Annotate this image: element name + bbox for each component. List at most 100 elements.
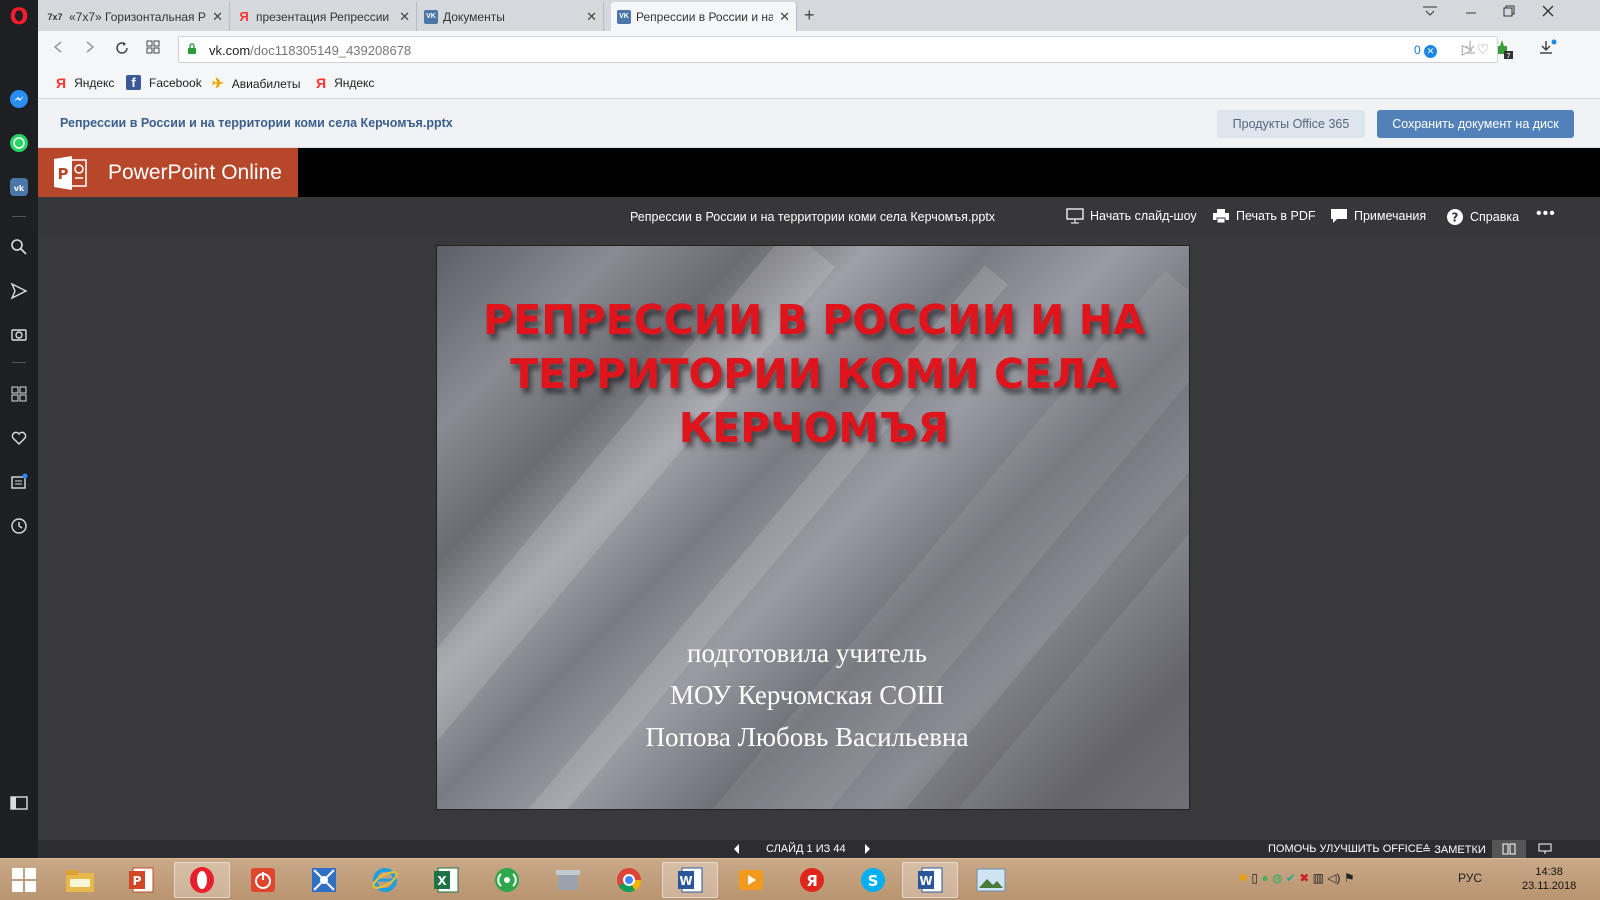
download-page-icon[interactable]: [1462, 39, 1478, 59]
vk-icon[interactable]: vk: [8, 176, 30, 198]
chrome-app-icon[interactable]: [601, 862, 657, 898]
globe-tray-icon[interactable]: ◍: [1272, 871, 1282, 885]
battery-tray-icon[interactable]: ▯: [1251, 871, 1258, 885]
tab-presentation[interactable]: VK Репрессии в России и на ✕: [611, 2, 797, 31]
history-icon[interactable]: [8, 515, 30, 537]
reading-view-icon[interactable]: [1492, 840, 1526, 858]
photo-viewer-icon[interactable]: [963, 862, 1019, 898]
archive-app-icon[interactable]: [540, 862, 596, 898]
adblock-badge[interactable]: 0 ✕: [1414, 43, 1437, 58]
vk-favicon-icon: VK: [424, 9, 438, 24]
tab-7x7[interactable]: 7x7 «7x7» Горизонтальная Ро ✕: [40, 2, 230, 31]
language-indicator[interactable]: РУС: [1458, 871, 1482, 885]
system-clock[interactable]: 14:38 23.11.2018: [1522, 865, 1576, 893]
minimize-icon[interactable]: [1464, 4, 1478, 21]
close-tab-icon[interactable]: ✕: [586, 9, 597, 25]
more-options-button[interactable]: •••: [1536, 205, 1556, 223]
file-explorer-icon[interactable]: [52, 862, 108, 898]
viewer-toolbar: Репрессии в России и на территории коми …: [38, 197, 1600, 237]
tab-yandex-search[interactable]: Я презентация Репрессии ✕: [231, 2, 417, 31]
excel-app-icon[interactable]: X: [418, 862, 474, 898]
powerpoint-brand[interactable]: P PowerPoint Online: [38, 148, 298, 197]
opera-menu-icon[interactable]: O: [8, 6, 30, 30]
reload-icon[interactable]: [114, 40, 130, 61]
viewer-status-bar: СЛАЙД 1 ИЗ 44 ПОМОЧЬ УЛУЧШИТЬ OFFICE ≙ З…: [38, 840, 1600, 858]
bookmarks-bar: Я Яндекс f Facebook ✈ Авиабилеты Я Яндек…: [38, 68, 1600, 99]
slide-subtitle-line: Попова Любовь Васильевна: [645, 722, 969, 752]
opera-app-icon[interactable]: [174, 862, 230, 898]
flag-tray-icon[interactable]: ⚑: [1344, 871, 1355, 885]
help-label: Справка: [1470, 210, 1520, 224]
notes-icon: ≙: [1422, 844, 1432, 856]
close-tab-icon[interactable]: ✕: [399, 9, 410, 25]
start-button[interactable]: [0, 862, 48, 898]
messenger-icon[interactable]: [8, 88, 30, 110]
bookmark-facebook[interactable]: f Facebook: [126, 75, 202, 90]
forward-icon[interactable]: [84, 40, 96, 59]
word-app-icon[interactable]: W: [662, 862, 718, 898]
slideshow-label: Начать слайд-шоу: [1090, 209, 1197, 223]
power-app-icon[interactable]: [235, 862, 291, 898]
print-pdf-button[interactable]: Печать в PDF: [1212, 208, 1316, 224]
back-icon[interactable]: [52, 40, 64, 59]
svg-text:X: X: [437, 874, 447, 888]
opera-sidebar: O vk: [0, 0, 38, 858]
skype-app-icon[interactable]: S: [845, 862, 901, 898]
bookmark-aviatickets[interactable]: ✈ Авиабилеты: [212, 75, 300, 92]
restore-icon[interactable]: [1502, 4, 1516, 21]
slide-subtitle-line: подготовила учитель: [687, 638, 927, 668]
slideshow-view-icon[interactable]: [1538, 843, 1552, 858]
lock-icon: [188, 43, 196, 54]
url-path: /doc118305149_439208678: [250, 43, 412, 58]
word-window-icon[interactable]: W: [902, 862, 958, 898]
url-field[interactable]: vk.com/doc118305149_439208678 0 ✕ ▷ ♡: [178, 36, 1498, 63]
svg-text:7: 7: [1506, 52, 1510, 60]
leaf-tray-icon[interactable]: ●: [1261, 871, 1268, 885]
whatsapp-icon[interactable]: [8, 132, 30, 154]
extension-icon[interactable]: 7: [1492, 38, 1514, 64]
notes-button[interactable]: ≙ ЗАМЕТКИ: [1422, 843, 1486, 856]
media-player-icon[interactable]: [723, 862, 779, 898]
search-icon[interactable]: [8, 236, 30, 258]
tab-menu-icon[interactable]: [1422, 4, 1438, 21]
signal-tray-icon[interactable]: ▥: [1313, 871, 1324, 885]
comments-label: Примечания: [1354, 209, 1427, 223]
heart-icon[interactable]: [8, 427, 30, 449]
yandex-browser-icon[interactable]: Я: [784, 862, 840, 898]
network-off-tray-icon[interactable]: ✖: [1299, 871, 1309, 885]
tabs-grid-icon[interactable]: [146, 40, 160, 59]
volume-tray-icon[interactable]: ◁): [1327, 871, 1340, 885]
next-slide-icon[interactable]: [864, 843, 872, 858]
clock-date: 23.11.2018: [1522, 880, 1577, 892]
tab-documents[interactable]: VK Документы ✕: [418, 2, 604, 31]
new-tab-button[interactable]: +: [804, 5, 815, 26]
downloads-icon[interactable]: [1538, 39, 1558, 61]
close-window-icon[interactable]: [1541, 4, 1555, 21]
internet-explorer-icon[interactable]: [357, 862, 413, 898]
update-tray-icon[interactable]: ✸: [1238, 871, 1248, 885]
security-tray-icon[interactable]: ✔: [1286, 871, 1296, 885]
comments-button[interactable]: Примечания: [1330, 208, 1426, 224]
facebook-icon: f: [126, 75, 141, 90]
previous-slide-icon[interactable]: [732, 843, 740, 858]
send-icon[interactable]: [8, 280, 30, 302]
close-tab-icon[interactable]: ✕: [212, 9, 223, 25]
camera-icon[interactable]: [8, 323, 30, 345]
save-to-disk-button[interactable]: Сохранить документ на диск: [1377, 110, 1574, 138]
yandex-icon: Я: [56, 75, 67, 91]
news-icon[interactable]: [8, 471, 30, 493]
powerpoint-app-icon[interactable]: P: [113, 862, 169, 898]
improve-office-link[interactable]: ПОМОЧЬ УЛУЧШИТЬ OFFICE: [1268, 843, 1423, 855]
sidebar-toggle-icon[interactable]: [8, 792, 30, 814]
network-app-icon[interactable]: [296, 862, 352, 898]
close-tab-icon[interactable]: ✕: [779, 9, 790, 25]
bookmark-heart-icon[interactable]: ♡: [1476, 41, 1489, 57]
slide-canvas[interactable]: РЕПРЕССИИ В РОССИИ И НА ТЕРРИТОРИИ КОМИ …: [436, 245, 1190, 810]
start-slideshow-button[interactable]: Начать слайд-шоу: [1066, 208, 1197, 224]
office-365-button[interactable]: Продукты Office 365: [1217, 110, 1365, 138]
help-button[interactable]: ? Справка: [1446, 208, 1519, 226]
bookmark-yandex-2[interactable]: Я Яндекс: [316, 75, 374, 91]
speed-dial-icon[interactable]: [8, 383, 30, 405]
radio-app-icon[interactable]: [479, 862, 535, 898]
bookmark-yandex-1[interactable]: Я Яндекс: [56, 75, 114, 91]
